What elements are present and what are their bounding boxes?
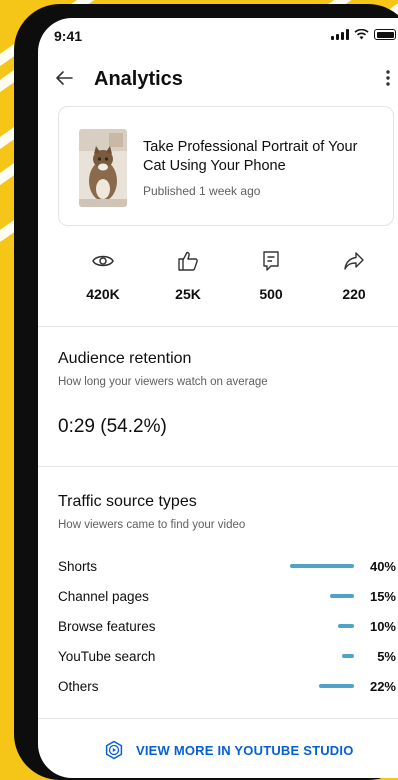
video-thumbnail[interactable]	[79, 129, 127, 207]
traffic-row-percent: 22%	[369, 679, 396, 694]
traffic-row-bar	[330, 594, 354, 598]
wifi-icon	[354, 29, 369, 40]
traffic-row-bar	[319, 684, 354, 688]
traffic-row: Channel pages 15%	[58, 587, 396, 607]
traffic-row-percent: 10%	[369, 619, 396, 634]
app-screen: 9:41 Analytics Take Professional Portrai…	[38, 18, 398, 778]
stat-likes: 25K	[153, 250, 223, 302]
app-bar: Analytics	[38, 58, 398, 100]
thumbs-up-icon	[178, 251, 198, 271]
traffic-row: YouTube search 5%	[58, 647, 396, 667]
traffic-subtitle: How viewers came to find your video	[58, 519, 246, 531]
stat-comments-value: 500	[259, 286, 283, 302]
share-icon	[344, 252, 364, 270]
youtube-studio-icon	[105, 740, 123, 760]
retention-value: 0:29 (54.2%)	[58, 416, 167, 437]
stat-shares-value: 220	[342, 286, 366, 302]
divider	[38, 718, 398, 719]
retention-title: Audience retention	[58, 350, 192, 367]
traffic-row: Browse features 10%	[58, 617, 396, 637]
traffic-row-percent: 5%	[377, 649, 396, 664]
stat-shares: 220	[319, 250, 389, 302]
page-title: Analytics	[94, 68, 183, 90]
traffic-row-percent: 40%	[369, 559, 396, 574]
traffic-row: Shorts 40%	[58, 557, 396, 577]
status-bar: 9:41	[38, 18, 398, 52]
traffic-row: Others 22%	[58, 677, 396, 697]
divider	[38, 326, 398, 327]
stats-row: 420K 25K 500 220	[38, 250, 398, 310]
more-options-icon[interactable]	[378, 66, 398, 90]
status-icons	[331, 29, 396, 40]
divider	[38, 466, 398, 467]
traffic-title: Traffic source types	[58, 493, 197, 510]
traffic-row-label: Browse features	[58, 619, 156, 634]
traffic-row-label: Channel pages	[58, 589, 149, 604]
traffic-row-label: Shorts	[58, 559, 98, 574]
phone-frame: 9:41 Analytics Take Professional Portrai…	[14, 4, 398, 780]
footer: VIEW MORE IN YOUTUBE STUDIO	[38, 730, 398, 766]
signal-icon	[331, 29, 349, 40]
stat-views-value: 420K	[86, 286, 120, 302]
stat-likes-value: 25K	[175, 286, 201, 302]
traffic-row-bar	[338, 624, 354, 628]
video-published-date: Published 1 week ago	[143, 184, 261, 198]
traffic-row-bar	[342, 654, 354, 658]
video-card[interactable]: Take Professional Portrait of Your Cat U…	[58, 106, 394, 226]
view-more-studio-button[interactable]: VIEW MORE IN YOUTUBE STUDIO	[104, 740, 354, 760]
stat-views: 420K	[68, 250, 138, 302]
status-time: 9:41	[54, 28, 83, 44]
stat-comments: 500	[236, 250, 306, 302]
retention-subtitle: How long your viewers watch on average	[58, 376, 268, 388]
traffic-row-bar	[290, 564, 354, 568]
view-more-studio-label[interactable]: VIEW MORE IN YOUTUBE STUDIO	[136, 743, 354, 758]
eye-icon	[92, 255, 114, 267]
traffic-row-label: Others	[58, 679, 99, 694]
back-arrow-icon[interactable]	[52, 66, 76, 90]
traffic-row-percent: 15%	[369, 589, 396, 604]
battery-icon	[374, 29, 396, 40]
video-title[interactable]: Take Professional Portrait of Your Cat U…	[143, 138, 373, 176]
traffic-row-label: YouTube search	[58, 649, 156, 664]
comment-icon	[263, 251, 279, 271]
